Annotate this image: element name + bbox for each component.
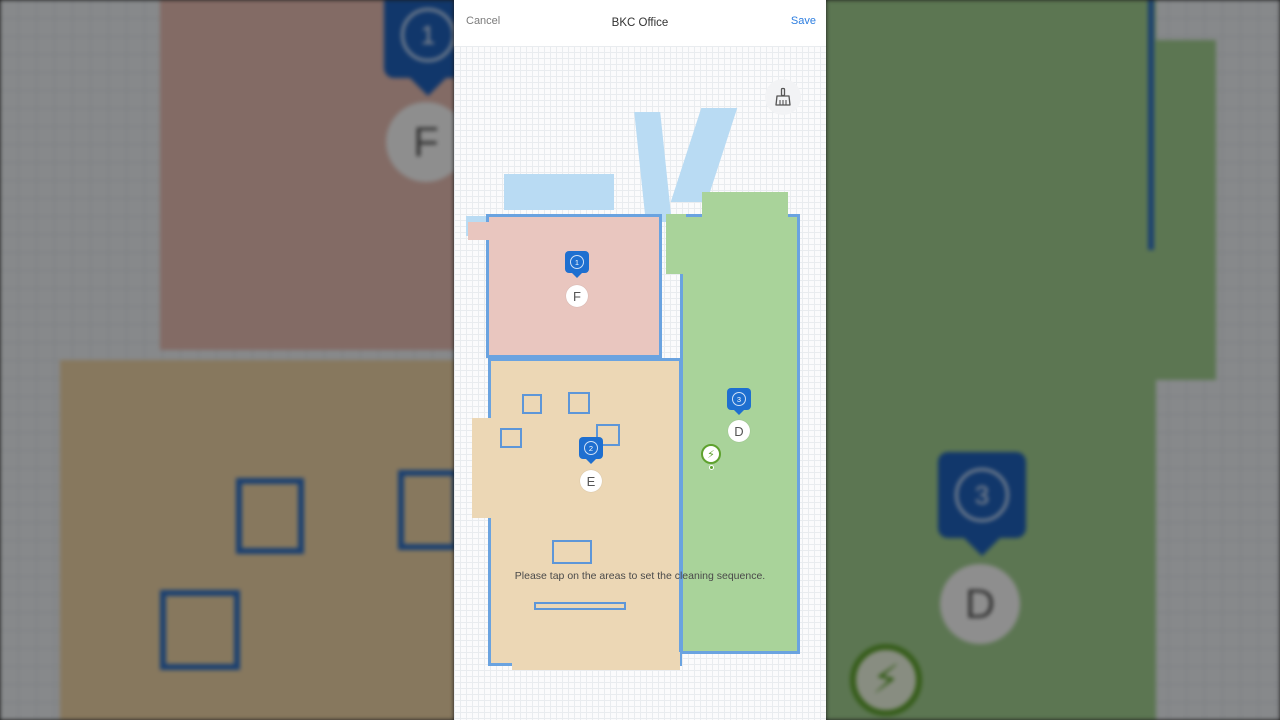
room-label-d[interactable]: D	[728, 420, 750, 442]
background-map-right: 3 D ⚡	[826, 0, 1280, 720]
robot-position-icon	[709, 465, 714, 470]
charging-dock-icon: ⚡	[701, 444, 721, 464]
instruction-text: Please tap on the areas to set the clean…	[514, 570, 766, 582]
phone-screen: Cancel BKC Office Save 1 F 2 E 3 D ⚡ Ple…	[454, 0, 826, 720]
obstacle	[552, 540, 592, 564]
header-bar: Cancel BKC Office Save	[454, 0, 826, 46]
obstacle	[534, 602, 626, 610]
order-pin-room-d[interactable]: 3	[727, 388, 751, 410]
cancel-button[interactable]: Cancel	[466, 15, 500, 27]
obstacle	[522, 394, 542, 414]
order-pin-room-f[interactable]: 1	[565, 251, 589, 273]
order-pin-room-e[interactable]: 2	[579, 437, 603, 459]
broom-icon	[775, 87, 791, 106]
room-label-f[interactable]: F	[566, 285, 588, 307]
broom-button[interactable]	[765, 79, 801, 115]
obstacle	[568, 392, 590, 414]
obstacle	[500, 428, 522, 448]
page-title: BKC Office	[611, 17, 669, 29]
floor-map[interactable]: 1 F 2 E 3 D ⚡ Please tap on the areas to…	[454, 46, 826, 720]
background-map-left: 1 F	[0, 0, 454, 720]
save-button[interactable]: Save	[791, 15, 816, 27]
room-label-e[interactable]: E	[580, 470, 602, 492]
